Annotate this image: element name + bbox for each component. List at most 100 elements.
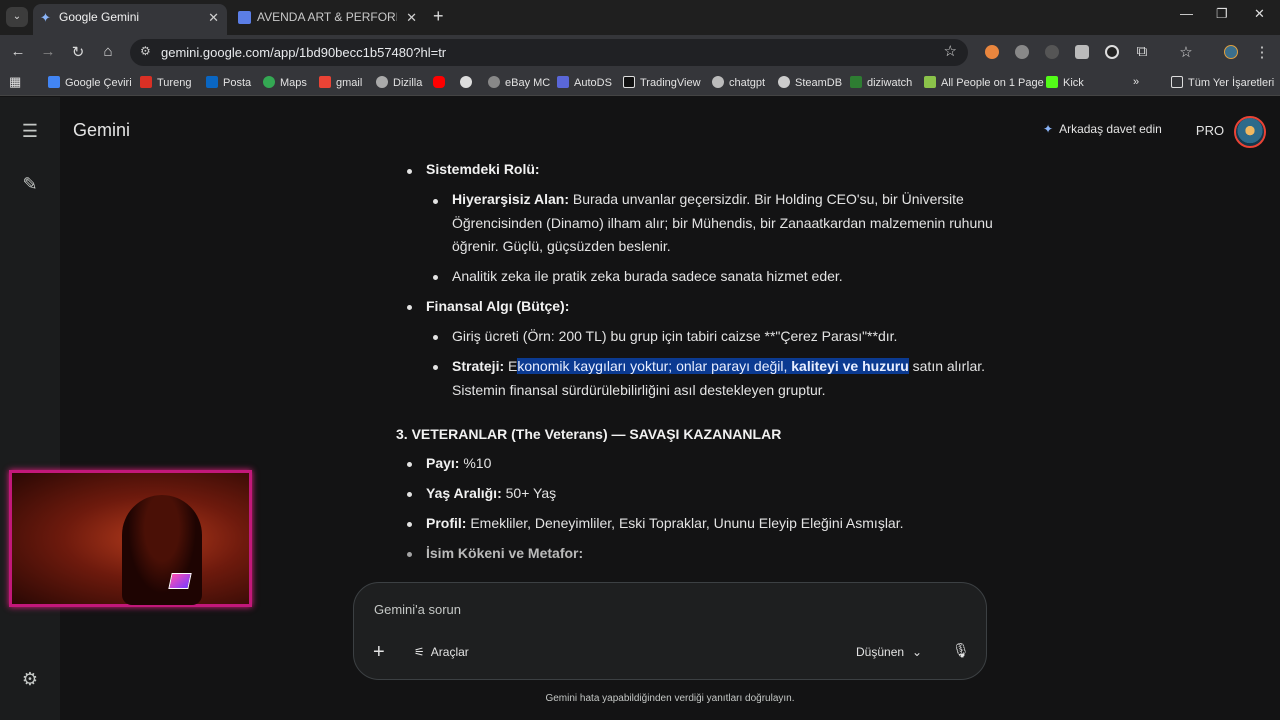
- openai-icon: [460, 76, 472, 88]
- bookmark-tradingview[interactable]: TradingView: [623, 76, 701, 89]
- minimize-icon[interactable]: —: [1180, 6, 1193, 21]
- site-info-icon[interactable]: ⚙: [140, 44, 151, 58]
- app-brand[interactable]: Gemini: [73, 120, 130, 141]
- profile-icon[interactable]: [1224, 45, 1238, 59]
- ebay-icon: [488, 76, 500, 88]
- close-tab-icon[interactable]: ✕: [208, 4, 219, 31]
- home-icon[interactable]: ⌂: [98, 43, 118, 60]
- analytic-line: Analitik zeka ile pratik zeka burada sad…: [452, 268, 843, 284]
- bullet-icon: [407, 492, 412, 497]
- chatgpt-icon: [712, 76, 724, 88]
- role-heading: Sistemdeki Rolü:: [426, 161, 540, 177]
- prompt-input[interactable]: Gemini'a sorun: [374, 602, 461, 617]
- close-window-icon[interactable]: ✕: [1254, 6, 1265, 22]
- extension-icon[interactable]: [1045, 45, 1059, 59]
- bullet-icon: [407, 522, 412, 527]
- finance-heading: Finansal Algı (Bütçe):: [426, 298, 570, 314]
- profile-line: Profil: Emekliler, Deneyimliler, Eski To…: [426, 515, 904, 531]
- bookmark-youtube[interactable]: [433, 76, 450, 89]
- bookmark-google-ceviri[interactable]: Google Çeviri: [48, 76, 132, 89]
- extensions-puzzle-icon[interactable]: ⧉: [1132, 43, 1152, 60]
- apps-grid-icon[interactable]: ▦: [9, 74, 21, 90]
- bookmarks-icon[interactable]: ☆: [1176, 43, 1196, 61]
- hierarchy-line-2: Öğrencisinden (Dinamo) ilham alır; bir M…: [452, 215, 993, 231]
- tab-avenda[interactable]: AVENDA ART & PERFORMANCE ✕: [231, 4, 425, 35]
- restore-icon[interactable]: ❐: [1216, 6, 1228, 22]
- stream-logo-icon: [168, 573, 192, 589]
- bookmark-chatgpt[interactable]: chatgpt: [712, 76, 765, 89]
- strategy-line-1: Strateji: Ekonomik kaygıları yoktur; onl…: [452, 358, 986, 374]
- bookmark-autods[interactable]: AutoDS: [557, 76, 612, 89]
- bookmark-dizilla[interactable]: Dizilla: [376, 76, 422, 89]
- tools-button[interactable]: ⚟ Araçlar: [414, 645, 469, 659]
- extension-icon[interactable]: [1105, 45, 1119, 59]
- tureng-icon: [140, 76, 152, 88]
- translate-icon: [48, 76, 60, 88]
- close-tab-icon[interactable]: ✕: [406, 4, 417, 31]
- bookmark-posta[interactable]: Posta: [206, 76, 251, 89]
- bookmark-maps[interactable]: Maps: [263, 76, 307, 89]
- webcam-overlay: [9, 470, 252, 607]
- more-bookmarks-icon[interactable]: »: [1133, 76, 1139, 88]
- bullet-icon: [433, 365, 438, 370]
- bookmark-kick[interactable]: Kick: [1046, 76, 1084, 89]
- shield-icon[interactable]: [1075, 45, 1089, 59]
- forward-icon[interactable]: →: [38, 43, 58, 60]
- prompt-composer[interactable]: Gemini'a sorun + ⚟ Araçlar Düşünen ⌄ 🎙: [353, 582, 987, 680]
- strategy-line-2: Sistemin finansal sürdürülebilirliğini a…: [452, 382, 826, 398]
- text-selection: konomik kaygıları yoktur; onlar parayı d…: [517, 358, 792, 374]
- bookmark-gmail[interactable]: gmail: [319, 76, 362, 89]
- chevron-down-icon: ⌄: [912, 645, 923, 659]
- bullet-icon: [407, 305, 412, 310]
- tab-strip: ⌄ ✦ Google Gemini ✕ AVENDA ART & PERFORM…: [0, 0, 1280, 35]
- bullet-icon: [433, 199, 438, 204]
- new-tab-icon[interactable]: +: [433, 6, 444, 27]
- bookmark-all-people[interactable]: All People on 1 Page: [924, 76, 1044, 89]
- tab-title: AVENDA ART & PERFORMANCE: [257, 10, 397, 24]
- folder-icon: [1171, 76, 1183, 88]
- tab-search-button[interactable]: ⌄: [6, 7, 28, 27]
- bookmark-tureng[interactable]: Tureng: [140, 76, 191, 89]
- model-mode-dropdown[interactable]: Düşünen ⌄: [856, 645, 922, 659]
- hierarchy-line-1: Hiyerarşisiz Alan: Burada unvanlar geçer…: [452, 191, 964, 207]
- bookmark-star-icon[interactable]: ☆: [944, 42, 957, 60]
- bookmark-steamdb[interactable]: SteamDB: [778, 76, 842, 89]
- browser-toolbar: ← → ↻ ⌂ ⚙ gemini.google.com/app/1bd90bec…: [0, 35, 1280, 70]
- extension-icon[interactable]: [985, 45, 999, 59]
- bullet-icon: [407, 169, 412, 174]
- user-avatar[interactable]: [1234, 116, 1266, 148]
- sidebar: ☰ ✎ ⚙: [0, 97, 60, 720]
- microphone-icon[interactable]: 🎙: [952, 642, 970, 659]
- bookmark-openai[interactable]: [460, 76, 477, 89]
- kick-icon: [1046, 76, 1058, 88]
- all-bookmarks-folder[interactable]: Tüm Yer İşaretleri: [1171, 76, 1274, 89]
- new-chat-icon[interactable]: ✎: [20, 174, 40, 195]
- gemini-favicon-icon: ✦: [40, 10, 51, 25]
- autods-icon: [557, 76, 569, 88]
- bookmark-diziwatch[interactable]: diziwatch: [850, 76, 912, 89]
- globe-icon: [376, 76, 388, 88]
- tab-google-gemini[interactable]: ✦ Google Gemini ✕: [33, 4, 227, 35]
- add-attachment-icon[interactable]: +: [373, 641, 385, 664]
- bullet-icon: [407, 552, 412, 557]
- back-icon[interactable]: ←: [8, 43, 28, 60]
- youtube-icon: [433, 76, 445, 88]
- menu-dots-icon[interactable]: ⋮: [1252, 43, 1272, 61]
- bullet-icon: [433, 335, 438, 340]
- tab-title: Google Gemini: [59, 10, 140, 24]
- maps-icon: [263, 76, 275, 88]
- pro-badge[interactable]: PRO: [1190, 120, 1230, 142]
- share-line: Payı: %10: [426, 455, 492, 471]
- address-bar[interactable]: ⚙ gemini.google.com/app/1bd90becc1b57480…: [130, 39, 968, 66]
- invite-friends-button[interactable]: ✦ Arkadaş davet edin: [1043, 122, 1162, 136]
- streamer-figure: [122, 495, 202, 605]
- tradingview-icon: [623, 76, 635, 88]
- all-people-icon: [924, 76, 936, 88]
- menu-icon[interactable]: ☰: [20, 121, 40, 142]
- bullet-icon: [407, 462, 412, 467]
- settings-gear-icon[interactable]: ⚙: [20, 669, 40, 690]
- diziwatch-icon: [850, 76, 862, 88]
- bookmark-ebay-mc[interactable]: eBay MC: [488, 76, 550, 89]
- reload-icon[interactable]: ↻: [68, 43, 88, 61]
- extension-icon[interactable]: [1015, 45, 1029, 59]
